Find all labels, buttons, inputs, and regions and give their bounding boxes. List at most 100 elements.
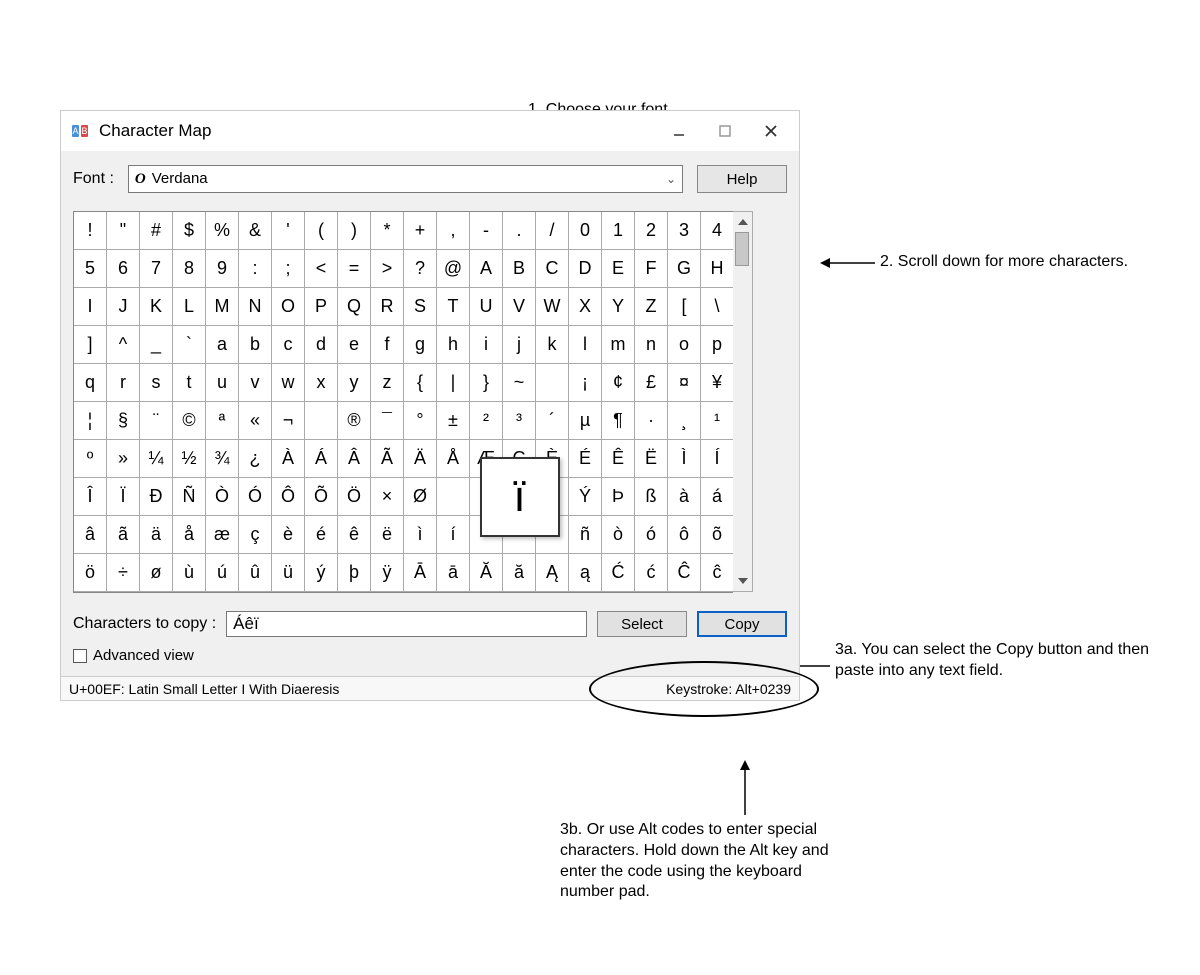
char-cell[interactable]: g	[404, 326, 437, 364]
char-cell[interactable]: È	[536, 440, 569, 478]
char-cell[interactable]: ×	[371, 478, 404, 516]
char-cell[interactable]: ¾	[206, 440, 239, 478]
char-cell[interactable]: 2	[635, 212, 668, 250]
char-cell[interactable]: v	[239, 364, 272, 402]
char-cell[interactable]: *	[371, 212, 404, 250]
char-cell[interactable]: Õ	[305, 478, 338, 516]
char-cell[interactable]: n	[635, 326, 668, 364]
char-cell[interactable]: o	[668, 326, 701, 364]
char-cell[interactable]: e	[338, 326, 371, 364]
char-cell[interactable]: â	[74, 516, 107, 554]
char-cell[interactable]: ć	[635, 554, 668, 592]
char-cell[interactable]: Ë	[635, 440, 668, 478]
char-cell[interactable]: R	[371, 288, 404, 326]
char-cell[interactable]: õ	[701, 516, 734, 554]
char-cell[interactable]: ^	[107, 326, 140, 364]
char-cell[interactable]: Ć	[602, 554, 635, 592]
char-cell[interactable]: >	[371, 250, 404, 288]
char-cell[interactable]: Ç	[503, 440, 536, 478]
char-cell[interactable]: q	[74, 364, 107, 402]
char-cell[interactable]: C	[536, 250, 569, 288]
char-cell[interactable]: w	[272, 364, 305, 402]
char-cell[interactable]: ā	[437, 554, 470, 592]
char-cell[interactable]: }	[470, 364, 503, 402]
char-cell[interactable]: V	[503, 288, 536, 326]
char-cell[interactable]: [	[668, 288, 701, 326]
char-cell[interactable]: Ü	[536, 478, 569, 516]
char-cell[interactable]: !	[74, 212, 107, 250]
char-cell[interactable]: ð	[536, 516, 569, 554]
char-cell[interactable]: L	[173, 288, 206, 326]
char-cell[interactable]: O	[272, 288, 305, 326]
char-cell[interactable]: ¦	[74, 402, 107, 440]
char-cell[interactable]: S	[404, 288, 437, 326]
char-cell[interactable]: a	[206, 326, 239, 364]
char-cell[interactable]: Y	[602, 288, 635, 326]
char-cell[interactable]: \	[701, 288, 734, 326]
char-cell[interactable]: Â	[338, 440, 371, 478]
char-cell[interactable]: M	[206, 288, 239, 326]
char-cell[interactable]: Ï	[107, 478, 140, 516]
char-cell[interactable]: c	[272, 326, 305, 364]
char-cell[interactable]: Þ	[602, 478, 635, 516]
char-cell[interactable]: 9	[206, 250, 239, 288]
char-cell[interactable]: (	[305, 212, 338, 250]
char-cell[interactable]: `	[173, 326, 206, 364]
char-cell[interactable]: ¸	[668, 402, 701, 440]
char-cell[interactable]: |	[437, 364, 470, 402]
char-cell[interactable]: #	[140, 212, 173, 250]
char-cell[interactable]: ç	[239, 516, 272, 554]
font-dropdown[interactable]: OVerdana ⌄	[128, 165, 683, 193]
char-cell[interactable]: P	[305, 288, 338, 326]
char-cell[interactable]: +	[404, 212, 437, 250]
char-cell[interactable]: Ä	[404, 440, 437, 478]
char-cell[interactable]: m	[602, 326, 635, 364]
char-cell[interactable]: Ê	[602, 440, 635, 478]
char-cell[interactable]: Û	[503, 478, 536, 516]
char-cell[interactable]: T	[437, 288, 470, 326]
char-cell[interactable]: x	[305, 364, 338, 402]
char-cell[interactable]: ý	[305, 554, 338, 592]
char-cell[interactable]: Ð	[140, 478, 173, 516]
char-cell[interactable]: Ó	[239, 478, 272, 516]
char-cell[interactable]: ´	[536, 402, 569, 440]
char-cell[interactable]: á	[701, 478, 734, 516]
char-cell[interactable]: s	[140, 364, 173, 402]
char-cell[interactable]: »	[107, 440, 140, 478]
char-cell[interactable]: Å	[437, 440, 470, 478]
char-cell[interactable]: r	[107, 364, 140, 402]
char-cell[interactable]: ¢	[602, 364, 635, 402]
scroll-up-icon[interactable]	[733, 212, 752, 232]
char-cell[interactable]: ê	[338, 516, 371, 554]
char-cell[interactable]: 0	[569, 212, 602, 250]
close-button[interactable]	[759, 119, 783, 143]
char-cell[interactable]: Ą	[536, 554, 569, 592]
char-cell[interactable]: F	[635, 250, 668, 288]
char-cell[interactable]: _	[140, 326, 173, 364]
char-cell[interactable]: ¿	[239, 440, 272, 478]
char-cell[interactable]: E	[602, 250, 635, 288]
minimize-button[interactable]	[667, 119, 691, 143]
char-cell[interactable]: þ	[338, 554, 371, 592]
char-cell[interactable]: U	[470, 288, 503, 326]
char-cell[interactable]: ë	[371, 516, 404, 554]
char-cell[interactable]: ù	[173, 554, 206, 592]
char-cell[interactable]: Ñ	[173, 478, 206, 516]
char-cell[interactable]	[536, 364, 569, 402]
char-cell[interactable]: f	[371, 326, 404, 364]
char-cell[interactable]: Æ	[470, 440, 503, 478]
char-cell[interactable]: B	[503, 250, 536, 288]
char-cell[interactable]: ³	[503, 402, 536, 440]
char-cell[interactable]: ¬	[272, 402, 305, 440]
char-cell[interactable]: -	[470, 212, 503, 250]
char-cell[interactable]: ·	[635, 402, 668, 440]
char-cell[interactable]: ±	[437, 402, 470, 440]
select-button[interactable]: Select	[597, 611, 687, 637]
char-cell[interactable]: Ă	[470, 554, 503, 592]
char-cell[interactable]: Á	[305, 440, 338, 478]
char-cell[interactable]: =	[338, 250, 371, 288]
char-cell[interactable]: ;	[272, 250, 305, 288]
char-cell[interactable]: ÷	[107, 554, 140, 592]
char-cell[interactable]: :	[239, 250, 272, 288]
char-cell[interactable]: t	[173, 364, 206, 402]
